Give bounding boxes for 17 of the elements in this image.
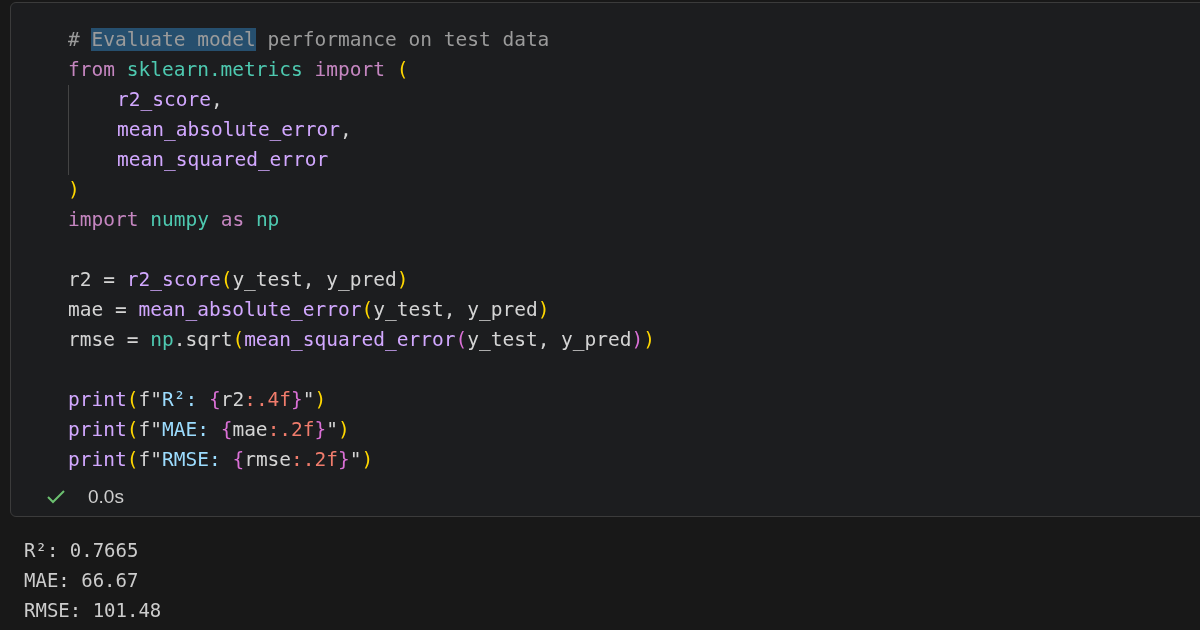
code-line: mean_absolute_error, <box>117 117 353 143</box>
code-line: import numpy as np <box>68 207 281 233</box>
code-line: r2_score, <box>117 87 224 113</box>
code-line: mae = mean_absolute_error(y_test, y_pred) <box>68 297 551 323</box>
code-line: rmse = np.sqrt(mean_squared_error(y_test, y_pred)) <box>68 327 657 353</box>
code-line: print(f"MAE: {mae:.2f}") <box>68 417 351 443</box>
output-line: MAE: 66.67 <box>24 568 140 593</box>
output-line: R²: 0.7665 <box>24 538 140 563</box>
code-line: print(f"RMSE: {rmse:.2f}") <box>68 447 375 473</box>
code-line: r2 = r2_score(y_test, y_pred) <box>68 267 410 293</box>
execution-time: 0.0s <box>88 486 124 508</box>
code-line: # Evaluate model performance on test data <box>68 27 551 53</box>
code-line: ) <box>68 177 81 203</box>
code-line: mean_squared_error <box>117 147 330 173</box>
output-line: RMSE: 101.48 <box>24 598 163 623</box>
code-line: print(f"R²: {r2:.4f}") <box>68 387 328 413</box>
code-line: from sklearn.metrics import ( <box>68 57 410 83</box>
